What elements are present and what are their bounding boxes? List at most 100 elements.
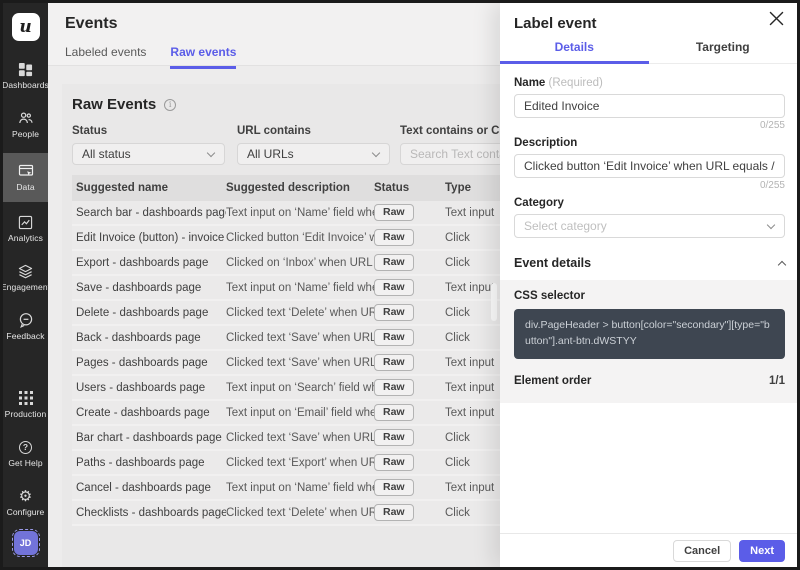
cancel-button[interactable]: Cancel <box>673 540 731 562</box>
engagement-icon <box>18 263 34 279</box>
chevron-down-icon <box>207 149 215 157</box>
data-icon <box>18 163 34 179</box>
chevron-down-icon <box>767 221 775 229</box>
tab-labeled-events[interactable]: Labeled events <box>65 45 146 69</box>
row-name: Back - dashboards page <box>72 332 226 344</box>
status-badge[interactable]: Raw <box>374 479 414 496</box>
sidebar-item-label: Engagement <box>1 282 50 292</box>
status-filter-select[interactable]: All status <box>72 143 225 165</box>
production-icon <box>18 390 34 406</box>
event-details-toggle[interactable]: Event details <box>514 256 785 270</box>
description-field-label: Description <box>514 137 785 149</box>
status-badge[interactable]: Raw <box>374 229 414 246</box>
row-name: Delete - dashboards page <box>72 307 226 319</box>
tab-details[interactable]: Details <box>500 40 649 63</box>
feedback-icon <box>18 312 34 328</box>
row-description: Clicked text ‘Delete’ when URL e... <box>226 507 374 519</box>
row-description: Clicked text ‘Delete’ when URL e... <box>226 307 374 319</box>
status-badge[interactable]: Raw <box>374 404 414 421</box>
tab-raw-events[interactable]: Raw events <box>170 45 236 69</box>
element-order-value: 1/1 <box>769 375 785 387</box>
row-description: Clicked text ‘Save’ when URL eq... <box>226 432 374 444</box>
sidebar-item-configure[interactable]: Configure <box>3 482 48 523</box>
status-badge[interactable]: Raw <box>374 379 414 396</box>
row-description: Text input on ‘Name’ field when... <box>226 482 374 494</box>
analytics-icon <box>18 214 34 230</box>
category-placeholder: Select category <box>524 219 607 233</box>
sidebar-item-data[interactable]: Data <box>3 153 48 202</box>
sidebar-item-label: Production <box>5 409 47 419</box>
sidebar-item-analytics[interactable]: Analytics <box>3 208 48 249</box>
status-badge[interactable]: Raw <box>374 429 414 446</box>
close-icon[interactable] <box>767 9 785 27</box>
row-description: Text input on ‘Search’ field whe... <box>226 382 374 394</box>
label-event-drawer: Label event Details Targeting Name (Requ… <box>500 3 797 567</box>
drawer-title: Label event <box>500 3 797 32</box>
sidebar-item-feedback[interactable]: Feedback <box>3 306 48 347</box>
category-select[interactable]: Select category <box>514 214 785 238</box>
event-details-section: CSS selector div.PageHeader > button[col… <box>500 280 797 403</box>
drawer-footer: Cancel Next <box>500 533 797 567</box>
row-name: Paths - dashboards page <box>72 457 226 469</box>
row-description: Text input on ‘Name’ field when... <box>226 207 374 219</box>
status-badge[interactable]: Raw <box>374 204 414 221</box>
user-avatar[interactable]: JD <box>14 531 38 555</box>
row-name: Edit Invoice (button) - invoice page <box>72 232 226 244</box>
get-help-icon <box>18 439 34 455</box>
required-hint: (Required) <box>549 77 603 89</box>
css-selector-value[interactable]: div.PageHeader > button[color="secondary… <box>514 309 785 359</box>
sidebar: u Dashboards People Data Analytics <box>3 3 48 567</box>
sidebar-item-label: Data <box>16 182 34 192</box>
row-name: Cancel - dashboards page <box>72 482 226 494</box>
status-badge[interactable]: Raw <box>374 304 414 321</box>
scrollbar-thumb[interactable] <box>491 283 497 321</box>
status-filter-value: All status <box>82 147 131 161</box>
status-badge[interactable]: Raw <box>374 279 414 296</box>
row-description: Clicked text ‘Save’ when URL eq... <box>226 357 374 369</box>
row-name: Export - dashboards page <box>72 257 226 269</box>
event-details-title: Event details <box>514 256 591 270</box>
people-icon <box>18 110 34 126</box>
element-order-row: Element order 1/1 <box>514 375 785 387</box>
name-field[interactable] <box>514 94 785 118</box>
tab-targeting[interactable]: Targeting <box>649 40 798 63</box>
chevron-down-icon <box>372 149 380 157</box>
row-name: Create - dashboards page <box>72 407 226 419</box>
sidebar-item-engagement[interactable]: Engagement <box>3 257 48 298</box>
dashboards-icon <box>18 61 34 77</box>
name-field-label: Name (Required) <box>514 77 785 89</box>
sidebar-item-dashboards[interactable]: Dashboards <box>3 55 48 96</box>
status-badge[interactable]: Raw <box>374 329 414 346</box>
sidebar-item-people[interactable]: People <box>3 104 48 145</box>
status-badge[interactable]: Raw <box>374 454 414 471</box>
element-order-label: Element order <box>514 375 591 387</box>
name-counter: 0/255 <box>514 120 785 131</box>
description-counter: 0/255 <box>514 180 785 191</box>
card-title: Raw Events <box>72 96 156 113</box>
info-icon[interactable] <box>164 99 176 111</box>
configure-icon <box>18 488 34 504</box>
status-badge[interactable]: Raw <box>374 254 414 271</box>
row-description: Clicked on ‘Inbox’ when URL eq... <box>226 257 374 269</box>
sidebar-item-get-help[interactable]: Get Help <box>3 433 48 474</box>
status-badge[interactable]: Raw <box>374 354 414 371</box>
status-badge[interactable]: Raw <box>374 504 414 521</box>
row-description: Clicked text ‘Export’ when URL e... <box>226 457 374 469</box>
row-name: Search bar - dashboards page <box>72 207 226 219</box>
chevron-up-icon <box>778 261 786 269</box>
url-filter-select[interactable]: All URLs <box>237 143 390 165</box>
sidebar-item-production[interactable]: Production <box>3 384 48 425</box>
css-selector-label: CSS selector <box>514 290 785 302</box>
status-filter-label: Status <box>72 125 225 137</box>
url-filter-value: All URLs <box>247 147 294 161</box>
description-field[interactable] <box>514 154 785 178</box>
sidebar-item-label: Analytics <box>8 233 43 243</box>
userpilot-logo[interactable]: u <box>12 13 40 41</box>
row-name: Users - dashboards page <box>72 382 226 394</box>
drawer-body: Name (Required) 0/255 Description 0/255 … <box>500 77 797 403</box>
row-description: Clicked text ‘Save’ when URL eq... <box>226 332 374 344</box>
row-name: Pages - dashboards page <box>72 357 226 369</box>
row-description: Text input on ‘Name’ field when... <box>226 282 374 294</box>
next-button[interactable]: Next <box>739 540 785 562</box>
col-status: Status <box>374 182 445 194</box>
